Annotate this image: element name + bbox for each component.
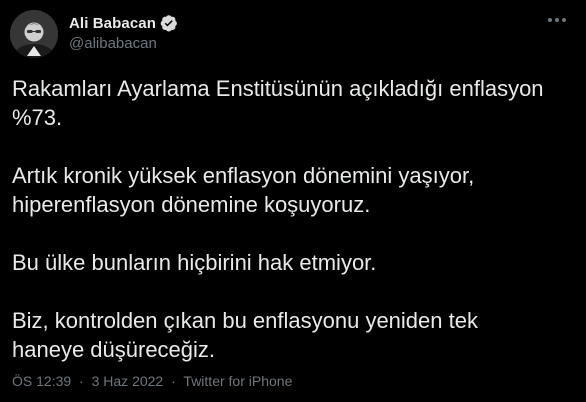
more-dot (562, 18, 566, 22)
avatar[interactable] (10, 10, 58, 58)
tweet-metadata: ÖS 12:39 · 3 Haz 2022 · Twitter for iPho… (12, 373, 292, 389)
meta-separator: · (171, 373, 176, 389)
meta-separator: · (79, 373, 84, 389)
tweet-source[interactable]: Twitter for iPhone (183, 373, 292, 389)
tweet-paragraph: Biz, kontrolden çıkan bu enflasyonu yeni… (12, 308, 478, 362)
more-options-icon[interactable] (540, 10, 574, 30)
author-name-row[interactable]: Ali Babacan (69, 13, 178, 33)
tweet-card: Ali Babacan @alibabacan Rakamları Ayarla… (0, 0, 586, 402)
tweet-paragraph: Rakamları Ayarlama Enstitüsünün açıkladı… (12, 76, 544, 130)
author-display-name[interactable]: Ali Babacan (69, 15, 156, 32)
more-dot (555, 18, 559, 22)
tweet-date[interactable]: 3 Haz 2022 (92, 373, 164, 389)
tweet-text: Rakamları Ayarlama Enstitüsünün açıkladı… (12, 74, 572, 364)
tweet-paragraph: Artık kronik yüksek enflasyon dönemini y… (12, 163, 475, 217)
more-dot (548, 18, 552, 22)
tweet-paragraph: Bu ülke bunların hiçbirini hak etmiyor. (12, 250, 377, 275)
avatar-photo-icon (10, 10, 58, 58)
verified-badge-icon (160, 14, 178, 32)
author-handle[interactable]: @alibabacan (69, 35, 157, 52)
tweet-time[interactable]: ÖS 12:39 (12, 373, 71, 389)
